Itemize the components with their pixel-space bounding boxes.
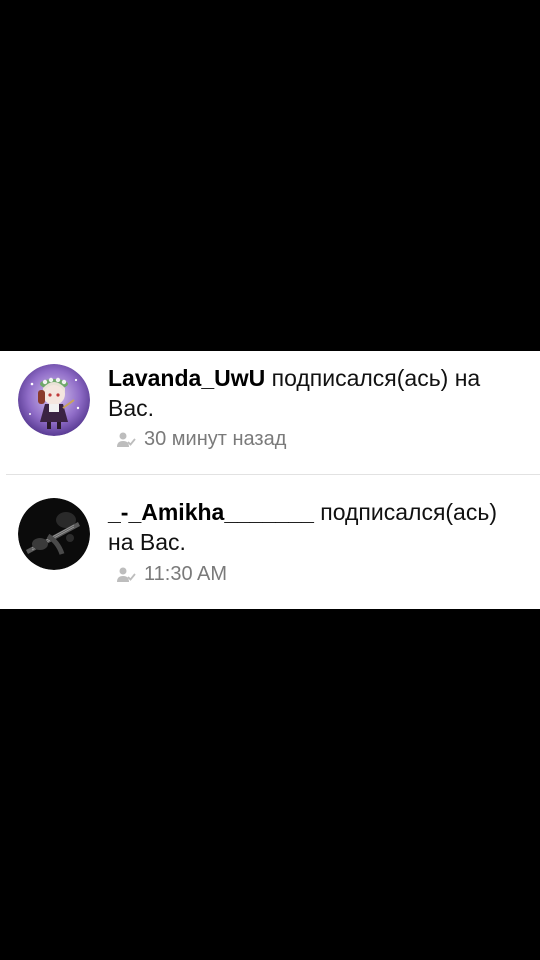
timestamp: 11:30 AM: [144, 563, 228, 585]
dark-guitar-photo-avatar-icon: [18, 498, 90, 570]
notifications-panel: Lavanda_UwU подписался(ась) на Вас. 30 м…: [0, 351, 540, 609]
username-link[interactable]: _-_Amikha_______: [108, 499, 314, 525]
user-check-icon: [117, 567, 136, 582]
notification-text: _-_Amikha_______ подписался(ась) на Вас.: [108, 497, 520, 557]
screen: Lavanda_UwU подписался(ась) на Вас. 30 м…: [0, 0, 540, 960]
notification-meta: 11:30 AM: [116, 563, 227, 586]
notification-item[interactable]: _-_Amikha_______ подписался(ась) на Вас.…: [0, 351, 540, 609]
avatar[interactable]: [18, 498, 90, 570]
